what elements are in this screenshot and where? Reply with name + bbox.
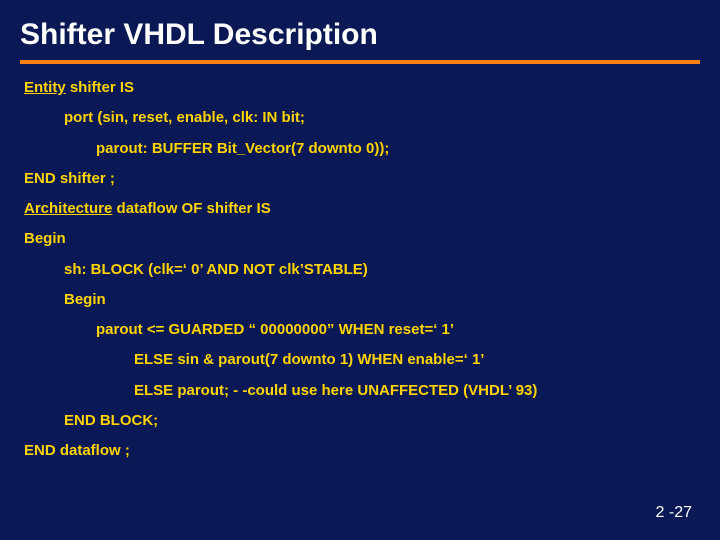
code-line: port (sin, reset, enable, clk: IN bit; [24, 108, 696, 128]
kw-entity: Entity [24, 79, 66, 96]
code-line: END dataflow ; [24, 441, 696, 461]
txt: dataflow OF shifter IS [112, 200, 270, 217]
code-line: parout <= GUARDED “ 00000000” WHEN reset… [24, 320, 696, 340]
code-line: Begin [24, 229, 696, 249]
code-line: END BLOCK; [24, 411, 696, 431]
page-number: 2 -27 [656, 504, 692, 522]
code-line: Architecture dataflow OF shifter IS [24, 199, 696, 219]
txt: shifter IS [66, 79, 134, 96]
slide-title: Shifter VHDL Description [0, 0, 720, 60]
slide-body: Entity shifter IS port (sin, reset, enab… [0, 78, 720, 461]
code-line: parout: BUFFER Bit_Vector(7 downto 0)); [24, 139, 696, 159]
code-line: sh: BLOCK (clk=‘ 0’ AND NOT clk’STABLE) [24, 260, 696, 280]
code-line: END shifter ; [24, 169, 696, 189]
code-line: Begin [24, 290, 696, 310]
kw-architecture: Architecture [24, 200, 112, 217]
code-line: ELSE sin & parout(7 downto 1) WHEN enabl… [24, 350, 696, 370]
title-rule [20, 60, 700, 64]
code-line: ELSE parout; - -could use here UNAFFECTE… [24, 381, 696, 401]
code-line: Entity shifter IS [24, 78, 696, 98]
